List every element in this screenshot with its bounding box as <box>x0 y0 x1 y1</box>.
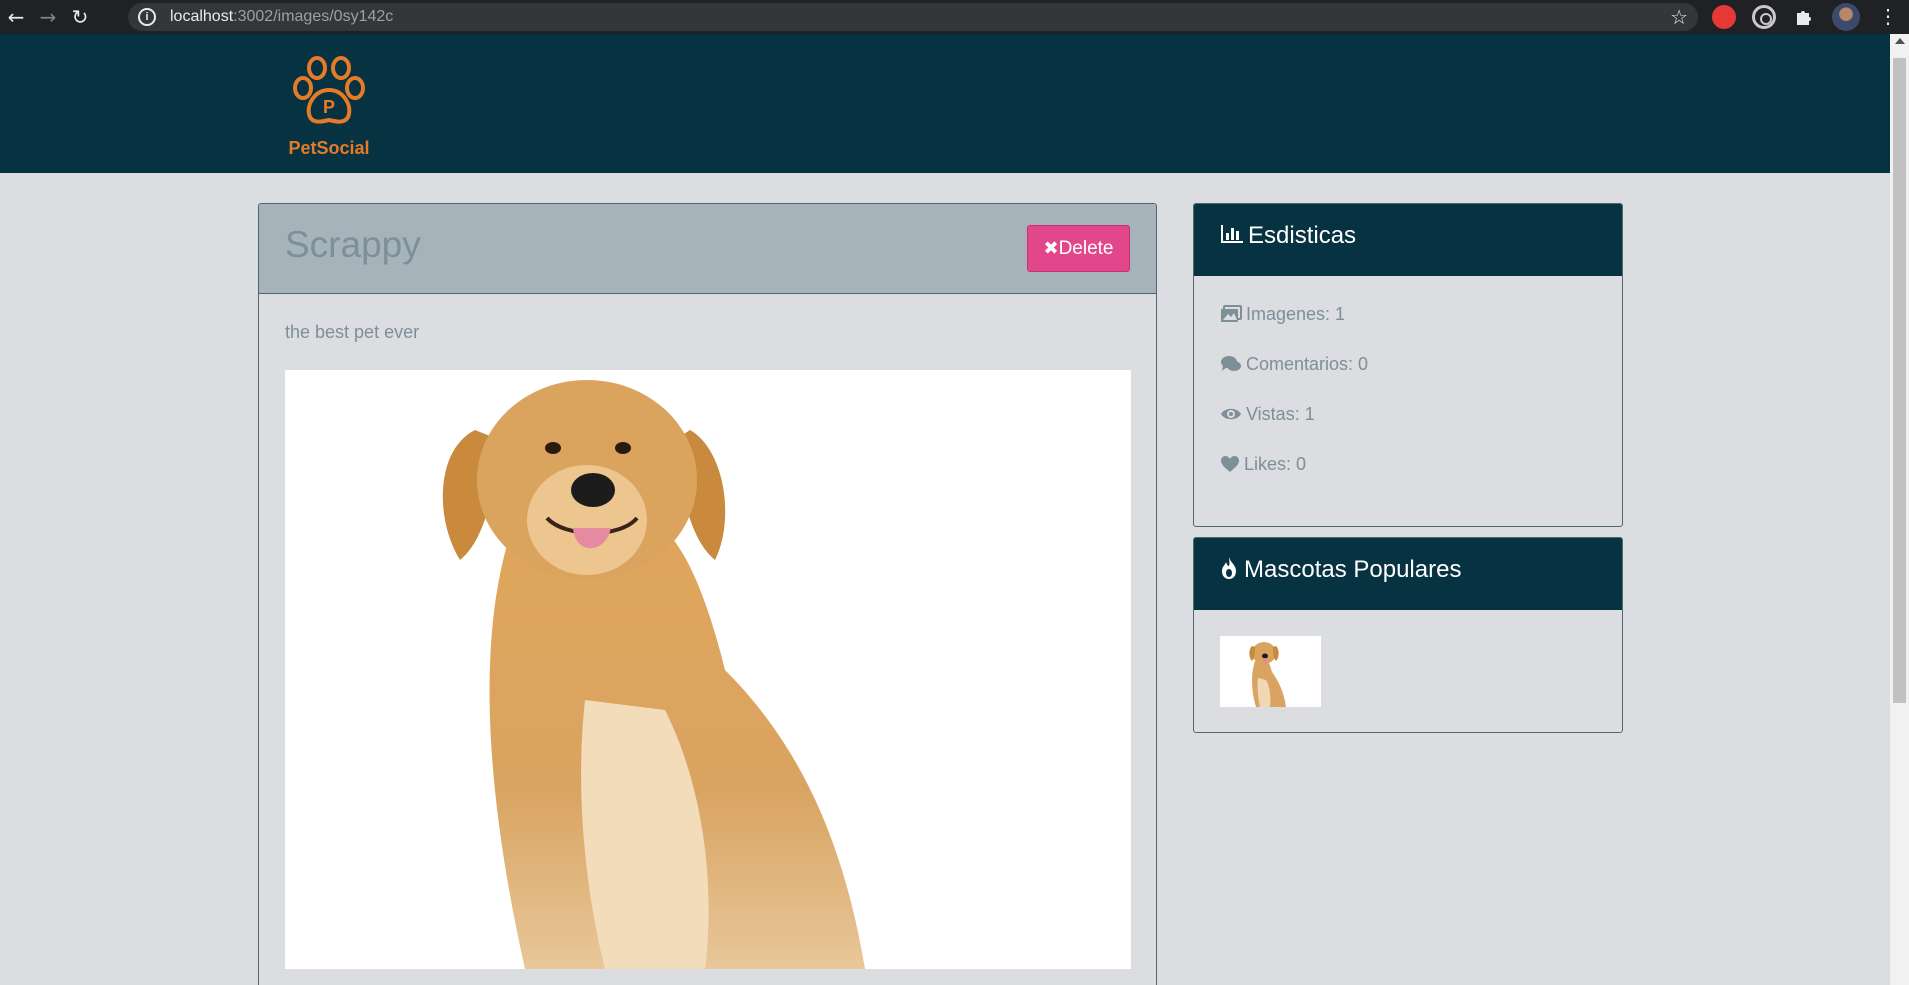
stats-card: Esdisticas Imagenes: 1 Comentarios: 0 Vi… <box>1193 203 1623 527</box>
site-header: P PetSocial <box>0 34 1890 173</box>
address-bar[interactable]: i localhost:3002/images/0sy142c ☆ <box>128 3 1698 31</box>
delete-button[interactable]: ✖Delete <box>1027 225 1130 272</box>
extensions-puzzle-icon[interactable] <box>1792 5 1816 29</box>
stat-images: Imagenes: 1 <box>1220 304 1345 325</box>
stat-views-label: Vistas: 1 <box>1246 404 1315 424</box>
heart-icon <box>1221 456 1239 472</box>
brand-name: PetSocial <box>288 138 370 158</box>
image-title: Scrappy <box>285 224 421 265</box>
site-logo[interactable]: P PetSocial <box>286 54 372 164</box>
stat-likes-label: Likes: 0 <box>1244 454 1307 474</box>
address-url[interactable]: localhost:3002/images/0sy142c <box>170 8 393 26</box>
image-card: Scrappy ✖Delete the best pet ever <box>258 203 1157 985</box>
fire-icon <box>1222 557 1236 579</box>
svg-text:P: P <box>323 97 335 117</box>
popular-pet-thumbnail[interactable] <box>1220 636 1321 707</box>
dog-image <box>442 380 865 969</box>
delete-label: Delete <box>1058 238 1114 259</box>
browser-toolbar: ← → ↻ i localhost:3002/images/0sy142c ☆ … <box>0 0 1909 34</box>
image-card-header: Scrappy ✖Delete <box>259 204 1156 294</box>
extension-adblock-icon[interactable] <box>1712 5 1736 29</box>
dog-thumbnail-image <box>1249 642 1286 707</box>
stat-likes: Likes: 0 <box>1220 454 1306 475</box>
popular-card: Mascotas Populares <box>1193 537 1623 733</box>
profile-avatar[interactable] <box>1832 3 1860 31</box>
comments-icon <box>1221 356 1241 371</box>
extension-target-icon[interactable] <box>1752 5 1776 29</box>
stat-images-label: Imagenes: 1 <box>1246 304 1346 324</box>
forward-arrow-icon[interactable]: → <box>36 5 60 29</box>
image-description: the best pet ever <box>285 322 420 342</box>
images-icon <box>1221 305 1242 322</box>
browser-menu-icon[interactable]: ⋮ <box>1876 5 1900 29</box>
stat-views: Vistas: 1 <box>1220 404 1315 425</box>
paw-logo-icon: P <box>293 56 365 124</box>
popular-heading: Mascotas Populares <box>1244 556 1462 583</box>
scroll-up-arrow-icon[interactable] <box>1895 38 1905 44</box>
scrollbar-thumb[interactable] <box>1893 58 1906 703</box>
stat-comments: Comentarios: 0 <box>1220 354 1368 375</box>
page-scrollbar[interactable] <box>1890 34 1909 985</box>
stats-heading: Esdisticas <box>1248 222 1357 249</box>
bookmark-star-icon[interactable]: ☆ <box>1670 5 1688 29</box>
stat-comments-label: Comentarios: 0 <box>1246 354 1369 374</box>
pet-photo <box>285 370 1131 969</box>
close-x-icon: ✖ <box>1043 238 1059 259</box>
reload-icon[interactable]: ↻ <box>68 5 92 29</box>
site-info-icon[interactable]: i <box>138 8 156 26</box>
popular-card-header: Mascotas Populares <box>1194 538 1622 610</box>
back-arrow-icon[interactable]: ← <box>4 5 28 29</box>
stats-card-header: Esdisticas <box>1194 204 1622 276</box>
eye-icon <box>1221 408 1241 420</box>
bar-chart-icon <box>1221 225 1243 243</box>
